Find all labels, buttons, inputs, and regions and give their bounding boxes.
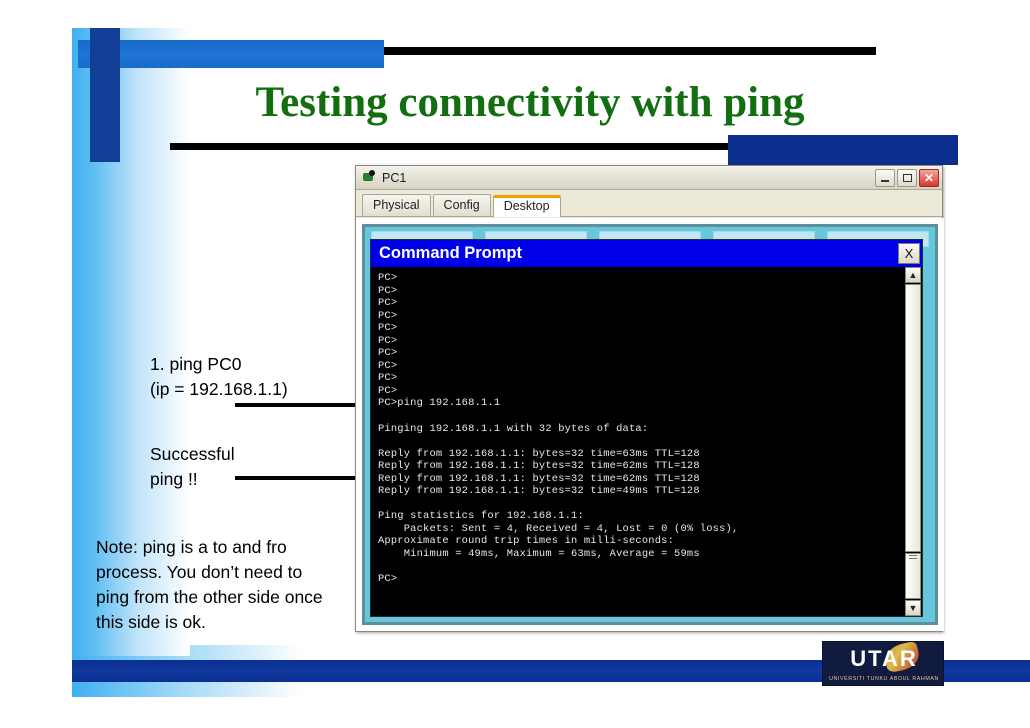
command-prompt-title-bar: Command Prompt X <box>371 240 922 267</box>
utar-logo-subtitle: UNIVERSITI TUNKU ABDUL RAHMAN <box>829 676 939 682</box>
utar-logo: UTAR UNIVERSITI TUNKU ABDUL RAHMAN <box>822 641 944 686</box>
pc-device-icon <box>362 170 377 185</box>
page-title: Testing connectivity with ping <box>255 79 805 126</box>
desktop-panel: Command Prompt X PC> PC> PC> PC> PC> PC>… <box>356 218 944 631</box>
tab-strip: Physical Config Desktop <box>356 190 942 217</box>
annotation-success-line2: ping !! <box>150 469 198 489</box>
terminal-scrollbar[interactable]: ▲ ▼ <box>904 267 922 616</box>
scrollbar-thumb[interactable] <box>905 284 921 552</box>
scroll-up-arrow-icon[interactable]: ▲ <box>905 267 921 283</box>
command-prompt-window: Command Prompt X PC> PC> PC> PC> PC> PC>… <box>370 239 923 617</box>
close-button[interactable]: ✕ <box>919 168 939 187</box>
top-navy-block <box>90 28 120 162</box>
annotation-note: Note: ping is a to and fro process. You … <box>96 537 323 632</box>
top-blue-bar <box>78 40 384 68</box>
minimize-button[interactable] <box>875 168 895 187</box>
pointer-arrow-replies <box>235 472 367 484</box>
tab-config[interactable]: Config <box>432 194 491 216</box>
window-control-buttons: ✕ <box>875 168 939 187</box>
window-title-text: PC1 <box>382 170 407 185</box>
window-title-bar: PC1 ✕ <box>356 166 942 190</box>
command-prompt-body: PC> PC> PC> PC> PC> PC> PC> PC> PC> PC> … <box>371 267 922 616</box>
maximize-button[interactable] <box>897 168 917 187</box>
top-black-rule <box>384 47 876 55</box>
tab-physical[interactable]: Physical <box>362 194 431 216</box>
desktop-background: Command Prompt X PC> PC> PC> PC> PC> PC>… <box>362 224 938 625</box>
arrow-shaft <box>235 403 355 407</box>
annotation-success-line1: Successful <box>150 444 235 464</box>
utar-logo-name: UTAR <box>850 646 918 671</box>
tab-desktop[interactable]: Desktop <box>492 195 561 217</box>
scroll-down-arrow-icon[interactable]: ▼ <box>905 600 921 616</box>
title-underline-rule <box>170 143 770 150</box>
pointer-arrow-command <box>235 399 367 411</box>
right-navy-block <box>728 135 958 165</box>
scrollbar-grip-icon <box>909 555 917 561</box>
command-prompt-close-button[interactable]: X <box>898 243 920 264</box>
terminal-output[interactable]: PC> PC> PC> PC> PC> PC> PC> PC> PC> PC> … <box>371 267 904 616</box>
annotation-step-line1: 1. ping PC0 <box>150 354 242 374</box>
arrow-shaft <box>235 476 355 480</box>
annotation-step: 1. ping PC0 (ip = 192.168.1.1) <box>150 352 288 402</box>
annotation-success: Successful ping !! <box>150 442 235 492</box>
pc1-window: PC1 ✕ Physical Config Desktop Command Pr… <box>355 165 944 632</box>
command-prompt-title-text: Command Prompt <box>379 244 523 262</box>
slide-canvas: Testing connectivity with ping 1. ping P… <box>0 0 1030 728</box>
